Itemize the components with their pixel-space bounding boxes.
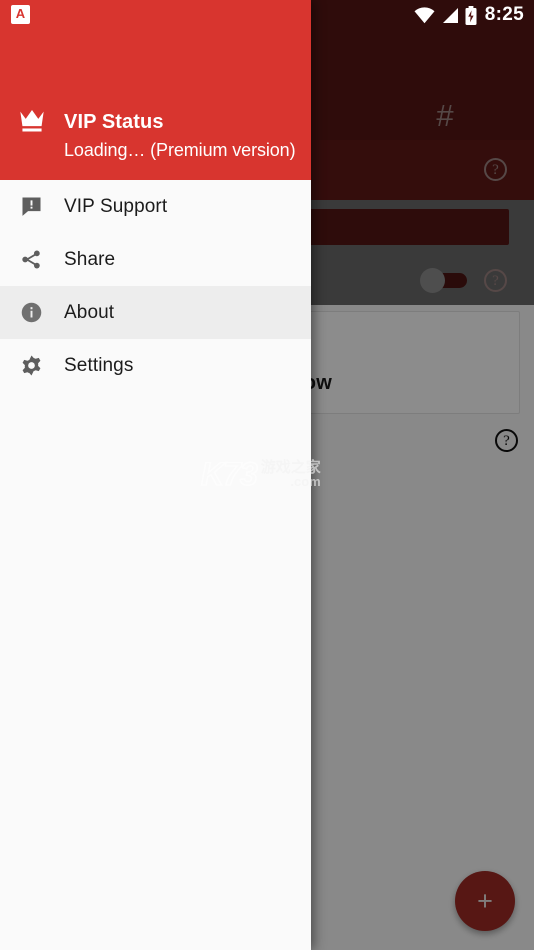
crown-icon [20,110,44,132]
menu-item-vip-support[interactable]: VIP Support [0,180,311,233]
menu-item-label: VIP Support [64,195,168,217]
navigation-drawer: VIP Status Loading… (Premium version) VI… [0,0,311,950]
feedback-icon [19,195,43,219]
status-bar: A 8:25 [0,0,534,30]
cell-signal-icon [442,7,458,23]
menu-item-label: Settings [64,354,134,376]
menu-item-settings[interactable]: Settings [0,339,311,392]
status-bar-clock: 8:25 [484,4,524,25]
phone-screen: # ? OOST ? e. Activate Now ? + [0,0,534,950]
menu-item-share[interactable]: Share [0,233,311,286]
wifi-icon [414,6,435,23]
vip-status-subtitle: Loading… (Premium version) [64,140,296,160]
status-bar-icons: 8:25 [414,0,524,30]
info-icon [19,301,43,325]
menu-item-label: About [64,301,115,323]
menu-item-label: Share [64,248,116,270]
gear-icon [19,354,43,378]
battery-charging-icon [465,5,477,25]
drawer-menu-list: VIP Support Share About Settings [0,180,311,392]
vip-status-title: VIP Status [64,111,164,133]
app-notification-icon: A [11,5,30,24]
menu-item-about[interactable]: About [0,286,311,339]
share-icon [19,248,43,272]
